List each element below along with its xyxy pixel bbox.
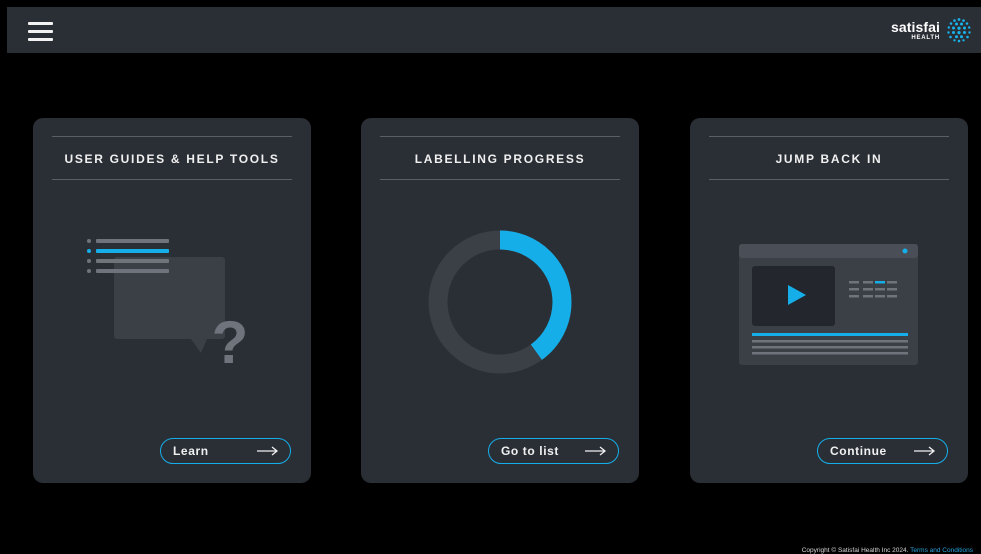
- progress-donut-chart: [428, 230, 572, 374]
- go-to-list-button[interactable]: Go to list: [488, 438, 619, 464]
- continue-button-label: Continue: [830, 444, 887, 458]
- terms-link[interactable]: Terms and Conditions: [910, 547, 973, 554]
- dot-sphere-icon: [947, 18, 971, 43]
- divider: [52, 136, 292, 137]
- card-title: USER GUIDES & HELP TOOLS: [64, 152, 280, 166]
- learn-button-label: Learn: [173, 444, 209, 458]
- top-bar: satisfai HEALTH: [7, 7, 981, 53]
- card-title: LABELLING PROGRESS: [414, 152, 586, 166]
- learn-button[interactable]: Learn: [160, 438, 291, 464]
- arrow-right-icon: [257, 446, 279, 456]
- divider: [380, 136, 620, 137]
- go-to-list-button-label: Go to list: [501, 444, 559, 458]
- divider: [709, 136, 949, 137]
- video-player-illustration: [739, 244, 918, 365]
- arrow-right-icon: [585, 446, 607, 456]
- card-title: JUMP BACK IN: [775, 152, 883, 166]
- footer: Copyright © Satisfai Health Inc 2024. Te…: [802, 547, 973, 554]
- copyright-text: Copyright © Satisfai Health Inc 2024.: [801, 547, 909, 554]
- svg-text:?: ?: [212, 309, 249, 376]
- divider: [380, 179, 620, 180]
- card-labelling-progress: LABELLING PROGRESS Go to list: [361, 118, 639, 483]
- card-user-guides: USER GUIDES & HELP TOOLS ? Learn: [33, 118, 311, 483]
- hamburger-menu-icon[interactable]: [28, 21, 53, 41]
- arrow-right-icon: [914, 446, 936, 456]
- card-jump-back-in: JUMP BACK IN Continue: [690, 118, 968, 483]
- divider: [709, 179, 949, 180]
- logo-wordmark: satisfai: [890, 18, 940, 35]
- help-guide-illustration: ?: [87, 239, 249, 376]
- continue-button[interactable]: Continue: [817, 438, 948, 464]
- logo-subtitle: HEALTH: [911, 34, 940, 41]
- divider: [52, 179, 292, 180]
- app-frame: satisfai HEALTH USER GUIDES & HELP TOOLS: [7, 7, 981, 554]
- brand-logo[interactable]: satisfai HEALTH: [891, 15, 972, 45]
